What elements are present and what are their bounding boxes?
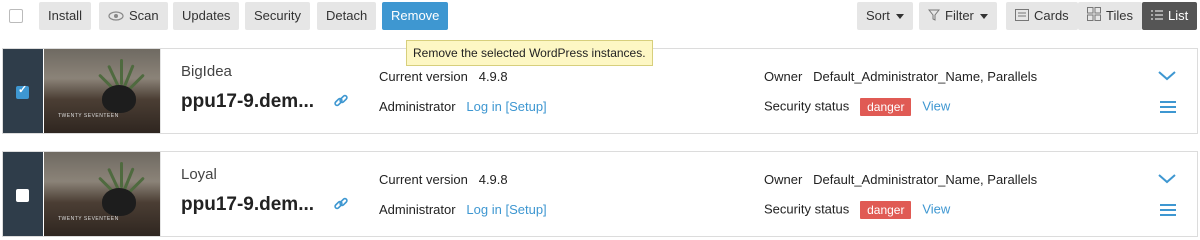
site-domain[interactable]: ppu17-9.dem... (181, 194, 314, 216)
filter-icon (927, 3, 941, 31)
filter-label: Filter (945, 8, 974, 23)
selection-bar (3, 152, 43, 236)
owner-value: Default_Administrator_Name, Parallels (813, 172, 1038, 187)
toolbar: Install Scan Updates Security Detach Rem… (0, 0, 1200, 34)
administrator-row: Administrator Log in [Setup] (379, 99, 547, 114)
administrator-row: Administrator Log in [Setup] (379, 202, 547, 217)
detach-button[interactable]: Detach (317, 2, 377, 30)
sort-label: Sort (866, 8, 890, 23)
thumbnail-caption: TWENTY SEVENTEEN (58, 216, 119, 222)
sort-button[interactable]: Sort (857, 2, 913, 30)
security-status-label: Security status (764, 98, 850, 114)
select-all-checkbox[interactable] (9, 9, 23, 23)
chevron-down-icon[interactable] (1158, 69, 1176, 84)
eye-icon (108, 3, 124, 31)
site-name: Loyal (181, 166, 217, 183)
remove-button[interactable]: Remove (382, 2, 449, 30)
remove-tooltip: Remove the selected WordPress instances. (406, 40, 653, 66)
owner-row: Owner Default_Administrator_Name, Parall… (764, 172, 1037, 187)
current-version-row: Current version 4.9.8 (379, 69, 508, 84)
filter-button[interactable]: Filter (919, 2, 997, 30)
current-version-label: Current version (379, 69, 468, 84)
login-link[interactable]: Log in (466, 202, 501, 217)
cards-icon (1015, 3, 1029, 31)
tiles-label: Tiles (1106, 8, 1133, 23)
updates-button[interactable]: Updates (173, 2, 240, 30)
scan-label: Scan (129, 8, 159, 23)
current-version-value: 4.9.8 (478, 69, 508, 84)
current-version-value: 4.9.8 (478, 172, 508, 187)
install-button[interactable]: Install (39, 2, 91, 30)
link-icon[interactable] (333, 93, 349, 112)
status-badge: danger (860, 201, 912, 219)
thumbnail-caption: TWENTY SEVENTEEN (58, 113, 119, 119)
current-version-row: Current version 4.9.8 (379, 172, 508, 187)
site-domain[interactable]: ppu17-9.dem... (181, 91, 314, 113)
security-button[interactable]: Security (245, 2, 310, 30)
hamburger-menu-icon[interactable] (1160, 204, 1176, 219)
instance-checkbox[interactable] (16, 83, 29, 99)
owner-value: Default_Administrator_Name, Parallels (813, 69, 1038, 84)
setup-link[interactable]: [Setup] (505, 202, 546, 217)
hamburger-menu-icon[interactable] (1160, 101, 1176, 116)
security-status-row: Security status danger View (764, 98, 950, 116)
status-badge: danger (860, 98, 912, 116)
link-icon[interactable] (333, 196, 349, 215)
cards-label: Cards (1034, 8, 1069, 23)
owner-label: Owner (764, 69, 803, 84)
current-version-label: Current version (379, 172, 468, 187)
list-view-button[interactable]: List (1142, 2, 1198, 31)
view-link[interactable]: View (922, 98, 950, 113)
instance-card: TWENTY SEVENTEEN Loyal ppu17-9.dem... Cu… (2, 151, 1198, 237)
cards-view-button[interactable]: Cards (1006, 2, 1078, 30)
view-link[interactable]: View (922, 201, 950, 216)
site-name: BigIdea (181, 63, 232, 80)
setup-link[interactable]: [Setup] (505, 99, 546, 114)
list-label: List (1168, 8, 1189, 23)
selection-bar (3, 49, 43, 133)
site-thumbnail[interactable]: TWENTY SEVENTEEN (44, 49, 160, 133)
owner-row: Owner Default_Administrator_Name, Parall… (764, 69, 1037, 84)
instance-checkbox[interactable] (16, 189, 29, 202)
tiles-icon (1087, 3, 1101, 31)
login-link[interactable]: Log in (466, 99, 501, 114)
site-thumbnail[interactable]: TWENTY SEVENTEEN (44, 152, 160, 236)
chevron-down-icon[interactable] (1158, 172, 1176, 187)
administrator-label: Administrator (379, 99, 456, 114)
tiles-view-button[interactable]: Tiles (1078, 2, 1142, 30)
security-status-label: Security status (764, 201, 850, 217)
administrator-label: Administrator (379, 202, 456, 217)
chevron-down-icon (895, 14, 904, 20)
list-icon (1151, 3, 1163, 31)
owner-label: Owner (764, 172, 803, 187)
security-status-row: Security status danger View (764, 201, 950, 219)
chevron-down-icon (979, 14, 988, 20)
scan-button[interactable]: Scan (99, 2, 168, 30)
